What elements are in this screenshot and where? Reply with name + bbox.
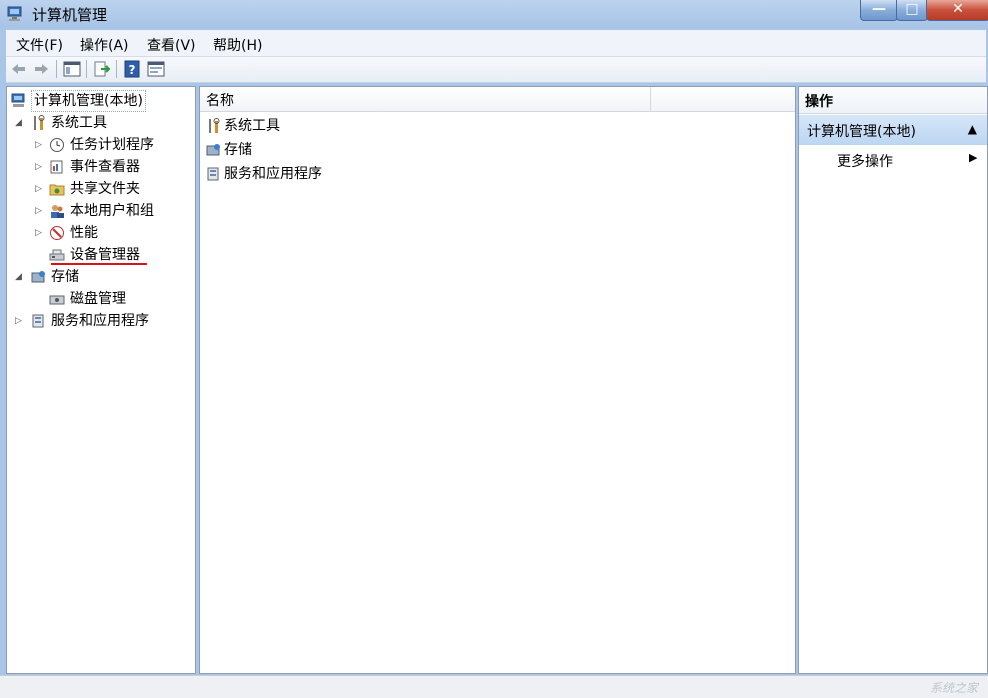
shared-folder-icon bbox=[49, 184, 65, 196]
column-header-name[interactable]: 名称 bbox=[206, 90, 234, 110]
tools-icon bbox=[209, 118, 220, 133]
tree-item-system-tools[interactable]: ◢ 系统工具 bbox=[15, 113, 191, 133]
list-item[interactable]: 服务和应用程序 bbox=[206, 163, 406, 185]
tree-item-event-viewer[interactable]: ▷ 事件查看器 bbox=[35, 157, 191, 177]
menu-file[interactable]: 文件(F) bbox=[16, 35, 63, 55]
storage-icon bbox=[206, 144, 220, 156]
maximize-button[interactable]: □ bbox=[896, 0, 928, 21]
title-bar[interactable]: 计算机管理 — □ ✕ bbox=[0, 0, 988, 28]
watermark-logo: 系统之家 bbox=[929, 681, 978, 695]
services-icon bbox=[32, 314, 44, 328]
tree-item-services-apps[interactable]: ▷ 服务和应用程序 bbox=[15, 311, 191, 331]
actions-pane: 操作 计算机管理(本地) ▲ 更多操作 ▶ bbox=[798, 86, 988, 674]
status-bar: 系统之家 bbox=[0, 675, 988, 698]
tools-icon bbox=[34, 115, 45, 130]
close-button[interactable]: ✕ bbox=[926, 0, 988, 21]
expand-triangle-icon[interactable]: ▷ bbox=[35, 223, 45, 243]
tree-item-device-manager[interactable]: 设备管理器 bbox=[49, 245, 191, 265]
tree-item-shared-folders[interactable]: ▷ 共享文件夹 bbox=[35, 179, 191, 199]
expand-triangle-icon[interactable]: ▷ bbox=[35, 157, 45, 177]
tree-item-performance[interactable]: ▷ 性能 bbox=[35, 223, 191, 243]
event-log-icon bbox=[50, 160, 63, 174]
collapse-triangle-icon[interactable]: ◢ bbox=[15, 113, 25, 133]
expand-triangle-icon[interactable]: ▷ bbox=[35, 135, 45, 155]
device-manager-highlight-underline bbox=[51, 263, 147, 265]
window-title: 计算机管理 bbox=[32, 6, 108, 24]
properties-icon[interactable] bbox=[147, 60, 165, 78]
column-resize-handle[interactable] bbox=[650, 87, 651, 111]
collapse-up-arrow-icon[interactable]: ▲ bbox=[968, 122, 977, 136]
result-list: 名称 系统工具 存储 服务和应用程序 bbox=[199, 86, 796, 674]
clock-icon bbox=[50, 138, 64, 152]
help-icon[interactable]: ? bbox=[123, 60, 141, 78]
forward-arrow-icon[interactable] bbox=[32, 60, 50, 78]
tree-item-local-users[interactable]: ▷ 本地用户和组 bbox=[35, 201, 191, 221]
list-header: 名称 bbox=[200, 87, 795, 112]
storage-icon bbox=[31, 271, 45, 283]
collapse-triangle-icon[interactable]: ◢ bbox=[15, 267, 25, 287]
tree-item-root[interactable]: 计算机管理(本地) bbox=[11, 90, 191, 112]
actions-header: 操作 bbox=[799, 87, 987, 114]
tree-item-storage[interactable]: ◢ 存储 bbox=[15, 267, 191, 287]
minimize-button[interactable]: — bbox=[860, 0, 898, 21]
submenu-arrow-icon: ▶ bbox=[969, 151, 978, 164]
computer-management-icon bbox=[11, 93, 25, 107]
expand-triangle-icon[interactable]: ▷ bbox=[35, 201, 45, 221]
tree-item-task-scheduler[interactable]: ▷ 任务计划程序 bbox=[35, 135, 191, 155]
menu-help[interactable]: 帮助(H) bbox=[213, 35, 262, 55]
more-actions-item[interactable]: 更多操作 bbox=[837, 151, 893, 171]
device-manager-icon bbox=[49, 249, 65, 261]
services-icon bbox=[207, 167, 219, 181]
computer-management-icon bbox=[7, 6, 22, 21]
menu-action[interactable]: 操作(A) bbox=[80, 35, 129, 55]
users-icon bbox=[51, 205, 64, 218]
export-list-icon[interactable] bbox=[93, 60, 111, 78]
tree-item-disk-management[interactable]: 磁盘管理 bbox=[49, 289, 191, 309]
actions-section-computer-management[interactable]: 计算机管理(本地) ▲ bbox=[799, 115, 987, 145]
show-hide-tree-icon[interactable] bbox=[63, 60, 81, 78]
disk-management-icon bbox=[49, 295, 65, 305]
menu-view[interactable]: 查看(V) bbox=[147, 35, 196, 55]
console-tree: 计算机管理(本地) ◢ 系统工具 ▷ 任务计划程序 ▷ 事件查看器 ▷ 共享文件… bbox=[6, 86, 196, 674]
menu-bar: 文件(F) 操作(A) 查看(V) 帮助(H) bbox=[6, 30, 986, 57]
toolbar: ? bbox=[6, 57, 986, 83]
list-item[interactable]: 系统工具 bbox=[206, 115, 406, 137]
svg-text:?: ? bbox=[129, 63, 136, 77]
performance-icon bbox=[50, 226, 64, 240]
list-item[interactable]: 存储 bbox=[206, 139, 406, 161]
expand-triangle-icon[interactable]: ▷ bbox=[35, 179, 45, 199]
expand-triangle-icon[interactable]: ▷ bbox=[15, 311, 25, 331]
back-arrow-icon[interactable] bbox=[10, 60, 28, 78]
